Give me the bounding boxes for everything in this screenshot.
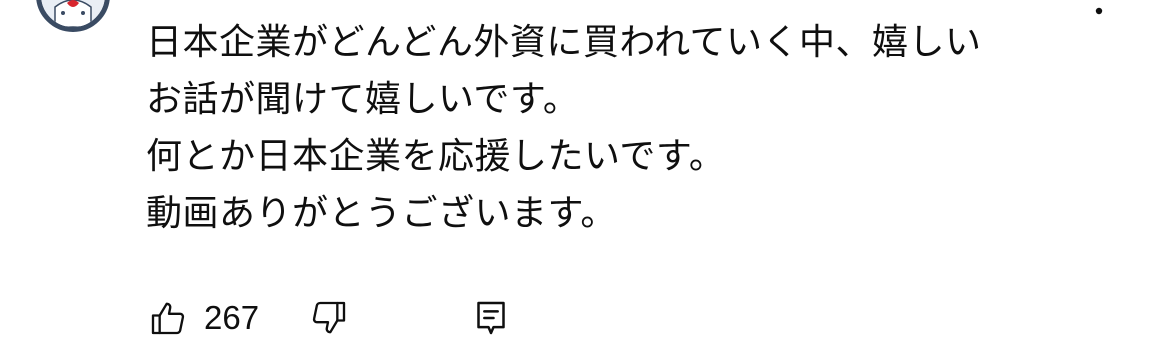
comment-line: お話が聞けて嬉しいです。 <box>146 79 580 120</box>
comment-text: 日本企業がどんどん外資に買われていく中、嬉しい お話が聞けて嬉しいです。 何とか… <box>146 14 1136 242</box>
comment-line: 動画ありがとうございます。 <box>146 193 617 234</box>
reply-comment-icon <box>477 301 505 335</box>
reply-button[interactable] <box>469 296 513 340</box>
comment-action-bar: 267 <box>146 294 513 342</box>
dislike-button[interactable] <box>307 296 351 340</box>
like-count: 267 <box>204 299 260 336</box>
comment-line: 何とか日本企業を応援したいです。 <box>146 136 726 177</box>
thumbs-up-icon <box>151 302 185 335</box>
avatar[interactable] <box>36 0 110 32</box>
like-button[interactable] <box>146 296 190 340</box>
avatar-image <box>41 0 105 27</box>
thumbs-down-icon <box>312 301 346 334</box>
comment-line: 日本企業がどんどん外資に買われていく中、嬉しい <box>146 22 982 63</box>
